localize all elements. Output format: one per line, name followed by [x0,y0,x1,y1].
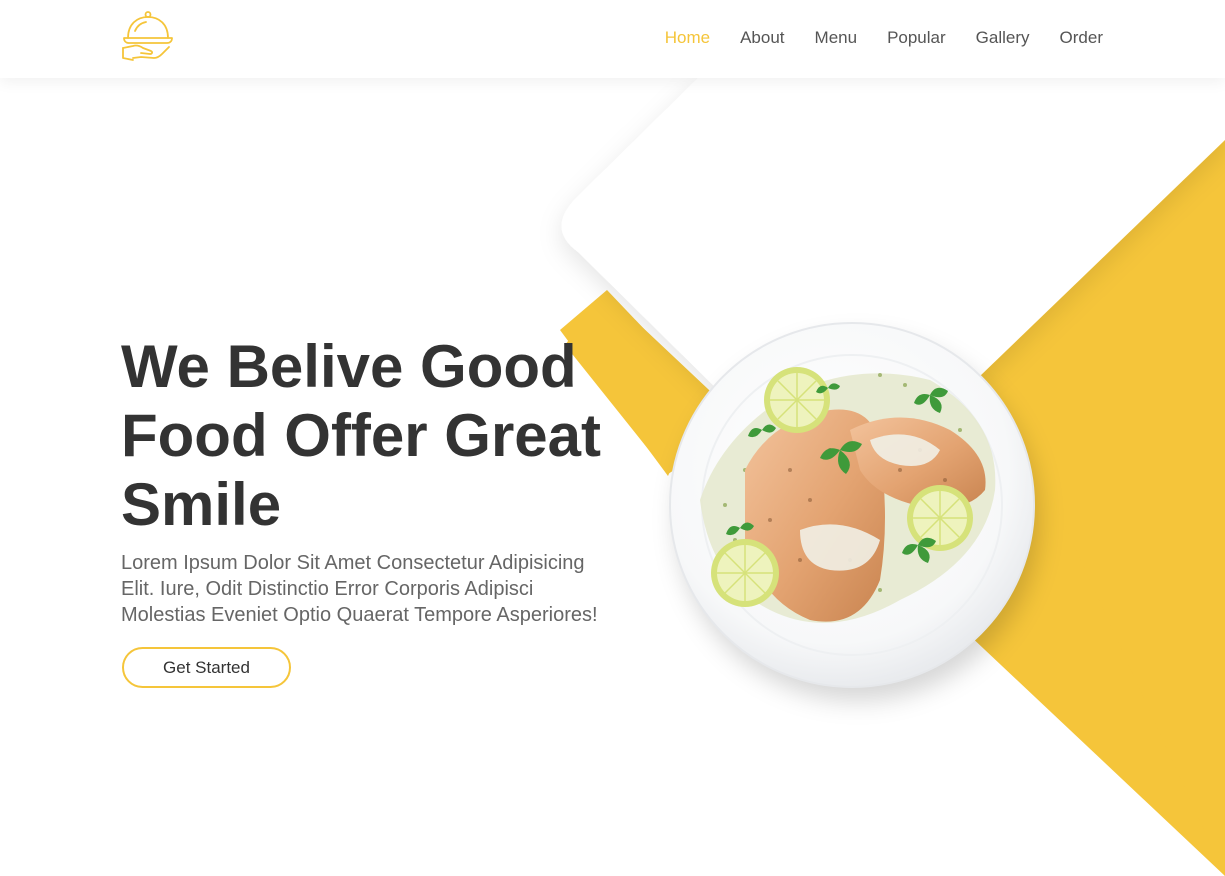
serving-cloche-icon[interactable] [121,10,177,62]
nav-link-popular[interactable]: Popular [887,28,946,48]
get-started-button[interactable]: Get Started [122,647,291,688]
hero-title: We Belive Good Food Offer Great Smile [121,333,602,538]
nav-link-order[interactable]: Order [1060,28,1103,48]
nav-link-about[interactable]: About [740,28,784,48]
hero-description: Lorem Ipsum Dolor Sit Amet Consectetur A… [121,552,598,626]
nav-link-home[interactable]: Home [665,28,710,48]
main-nav: Home About Menu Popular Gallery Order [665,26,1103,50]
site-header: Home About Menu Popular Gallery Order [0,0,1225,78]
nav-link-menu[interactable]: Menu [815,28,858,48]
landing-page: Home About Menu Popular Gallery Order We… [0,0,1225,876]
nav-link-gallery[interactable]: Gallery [976,28,1030,48]
